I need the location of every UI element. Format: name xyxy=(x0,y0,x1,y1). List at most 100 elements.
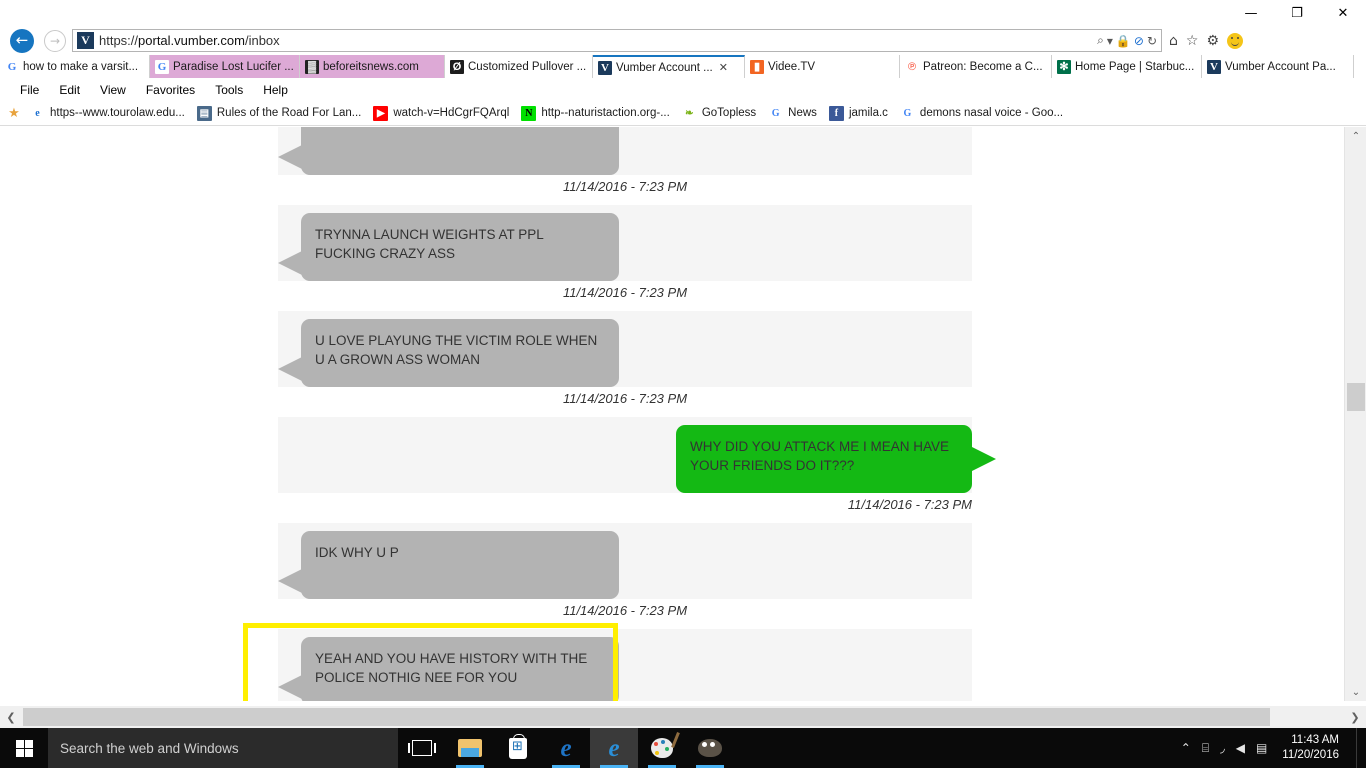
page-horizontal-scrollbar[interactable]: ❮ ❯ xyxy=(0,706,1366,728)
favorite-item-1[interactable]: ▤ Rules of the Road For Lan... xyxy=(191,103,367,124)
clock-date: 11/20/2016 xyxy=(1282,749,1339,761)
taskbar-task-view-button[interactable] xyxy=(398,728,446,768)
favorite-item-4[interactable]: ❧ GoTopless xyxy=(676,103,762,124)
back-arrow-icon: ← xyxy=(10,28,34,53)
menu-item-help[interactable]: Help xyxy=(253,81,298,99)
tracking-protection-icon[interactable]: ⊘ xyxy=(1134,34,1144,48)
taskbar-paint-button[interactable] xyxy=(638,728,686,768)
scroll-down-button[interactable]: ⌄ xyxy=(1345,683,1366,701)
favorite-item-7[interactable]: Gdemons nasal voice - Goo... xyxy=(894,103,1069,124)
browser-tab-3[interactable]: Ø Customized Pullover ... xyxy=(445,55,593,78)
minimize-button[interactable]: — xyxy=(1228,0,1274,26)
incoming-message-bubble[interactable]: TRYNNA LAUNCH WEIGHTS AT PPL FUCKING CRA… xyxy=(278,213,619,281)
tab-label: Vumber Account ... xyxy=(616,61,713,74)
tray-action-center-icon[interactable]: ▤ xyxy=(1256,741,1267,755)
browser-tab-bar: Ghow to make a varsit... G Paradise Lost L… xyxy=(0,55,1366,78)
taskbar-internet-explorer-button[interactable]: e xyxy=(590,728,638,768)
tray-usb-icon[interactable]: ⌸ xyxy=(1202,741,1209,756)
edge-icon: e xyxy=(560,734,572,762)
close-button[interactable]: ✕ xyxy=(1320,0,1366,26)
menu-item-tools[interactable]: Tools xyxy=(205,81,253,99)
system-tray: ⌃ ⌸ ◞ ◀ ▤ 11:43 AM 11/20/2016 xyxy=(1181,728,1366,768)
message-text: WHY DID YOU ATTACK ME I MEAN HAVE YOUR F… xyxy=(690,439,950,473)
browser-tab-0[interactable]: Ghow to make a varsit... xyxy=(0,55,150,78)
message-text: TRYNNA LAUNCH WEIGHTS AT PPL FUCKING CRA… xyxy=(315,227,544,261)
vertical-scroll-thumb[interactable] xyxy=(1347,383,1365,411)
taskbar-gimp-button[interactable] xyxy=(686,728,734,768)
tab-label: Home Page | Starbuc... xyxy=(1075,60,1195,73)
favorite-favicon-icon: N xyxy=(521,105,537,121)
bubble-wrapper xyxy=(278,127,972,175)
tab-close-icon[interactable]: ✕ xyxy=(719,61,728,74)
back-button[interactable]: ← xyxy=(4,28,40,54)
bubble-tail xyxy=(278,145,302,169)
taskbar-edge-button[interactable]: e xyxy=(542,728,590,768)
menu-item-edit[interactable]: Edit xyxy=(49,81,90,99)
menu-item-favorites[interactable]: Favorites xyxy=(136,81,205,99)
message-row[interactable] xyxy=(278,127,972,175)
start-button[interactable] xyxy=(0,728,48,768)
taskbar-search-input[interactable]: Search the web and Windows xyxy=(48,728,398,768)
menu-bar: File Edit View Favorites Tools Help xyxy=(0,79,1366,101)
browser-tab-1[interactable]: G Paradise Lost Lucifer ... xyxy=(150,55,300,78)
tray-wifi-icon[interactable]: ◞ xyxy=(1220,741,1225,755)
favorite-item-3[interactable]: Nhttp--naturistaction.org-... xyxy=(515,103,675,124)
taskbar-file-explorer-button[interactable] xyxy=(446,728,494,768)
browser-tab-7[interactable]: ✻ Home Page | Starbuc... xyxy=(1052,55,1202,78)
tab-label: Customized Pullover ... xyxy=(468,60,587,73)
horizontal-scroll-thumb[interactable] xyxy=(23,708,1270,726)
browser-tab-5[interactable]: ▮ Videe.TV xyxy=(745,55,900,78)
taskbar-clock[interactable]: 11:43 AM 11/20/2016 xyxy=(1278,733,1345,763)
favorite-label: demons nasal voice - Goo... xyxy=(919,107,1064,119)
favorite-favicon-icon: ❧ xyxy=(681,105,697,121)
menu-item-file[interactable]: File xyxy=(10,81,49,99)
maximize-button[interactable]: ❐ xyxy=(1274,0,1320,26)
message-row[interactable]: YEAH AND YOU HAVE HISTORY WITH THE POLIC… xyxy=(278,629,972,701)
tab-favicon-icon: Ø xyxy=(450,59,464,74)
search-icon[interactable]: ⌕ xyxy=(1097,33,1104,48)
message-row[interactable]: IDK WHY U P xyxy=(278,523,972,599)
favorite-item-5[interactable]: G News xyxy=(762,103,823,124)
outgoing-message-bubble[interactable]: WHY DID YOU ATTACK ME I MEAN HAVE YOUR F… xyxy=(676,425,996,493)
menu-item-view[interactable]: View xyxy=(90,81,136,99)
tab-favicon-icon: G xyxy=(155,59,169,74)
bubble-tail xyxy=(278,675,302,699)
favorite-item-0[interactable]: e https--www.tourolaw.edu... xyxy=(24,103,191,124)
window-controls: — ❐ ✕ xyxy=(1228,0,1366,26)
scroll-up-button[interactable]: ⌃ xyxy=(1345,127,1366,145)
incoming-message-bubble[interactable]: IDK WHY U P xyxy=(278,531,619,599)
address-bar[interactable]: V https://portal.vumber.com/inbox ⌕ ▾ 🔒 … xyxy=(72,29,1162,52)
favorites-star-icon[interactable]: ☆ xyxy=(1186,33,1199,49)
taskbar-store-button[interactable] xyxy=(494,728,542,768)
incoming-message-bubble[interactable]: YEAH AND YOU HAVE HISTORY WITH THE POLIC… xyxy=(278,637,619,701)
forward-button[interactable]: → xyxy=(40,28,70,54)
tab-favicon-icon: V xyxy=(1207,59,1221,74)
tab-favicon-icon: ℗ xyxy=(905,59,919,74)
message-row[interactable]: TRYNNA LAUNCH WEIGHTS AT PPL FUCKING CRA… xyxy=(278,205,972,281)
smiley-feedback-icon[interactable] xyxy=(1227,32,1244,49)
favorites-add-icon[interactable]: ★ xyxy=(4,106,24,121)
chevron-down-icon[interactable]: ▾ xyxy=(1107,34,1113,48)
scroll-right-button[interactable]: ❯ xyxy=(1344,706,1366,728)
favorite-item-2[interactable]: ▶ watch-v=HdCgrFQArql xyxy=(367,103,515,124)
windows-taskbar: Search the web and Windows ee ⌃ ⌸ ◞ ◀ ▤ … xyxy=(0,728,1366,768)
tray-volume-icon[interactable]: ◀ xyxy=(1236,741,1245,755)
browser-tab-8[interactable]: V Vumber Account Pa... xyxy=(1202,55,1354,78)
show-desktop-button[interactable] xyxy=(1356,728,1362,768)
message-row[interactable]: U LOVE PLAYUNG THE VICTIM ROLE WHEN U A … xyxy=(278,311,972,387)
favorite-label: http--naturistaction.org-... xyxy=(541,107,670,119)
page-vertical-scrollbar[interactable]: ⌃ ⌄ xyxy=(1344,127,1366,701)
incoming-message-bubble[interactable]: U LOVE PLAYUNG THE VICTIM ROLE WHEN U A … xyxy=(278,319,619,387)
refresh-icon[interactable]: ↻ xyxy=(1147,34,1157,48)
tray-chevron-icon[interactable]: ⌃ xyxy=(1181,741,1191,755)
home-icon[interactable]: ⌂ xyxy=(1169,33,1178,49)
message-text: U LOVE PLAYUNG THE VICTIM ROLE WHEN U A … xyxy=(315,333,598,367)
browser-tab-2[interactable]: ▓ beforeitsnews.com xyxy=(300,55,445,78)
scroll-left-button[interactable]: ❮ xyxy=(0,706,22,728)
browser-tab-6[interactable]: ℗ Patreon: Become a C... xyxy=(900,55,1052,78)
browser-tab-4[interactable]: V Vumber Account ... ✕ xyxy=(593,55,745,78)
message-row[interactable]: WHY DID YOU ATTACK ME I MEAN HAVE YOUR F… xyxy=(278,417,996,493)
favorite-item-6[interactable]: f jamila.c xyxy=(823,103,894,124)
gear-icon[interactable]: ⚙ xyxy=(1206,33,1219,49)
incoming-message-bubble[interactable] xyxy=(278,127,619,175)
